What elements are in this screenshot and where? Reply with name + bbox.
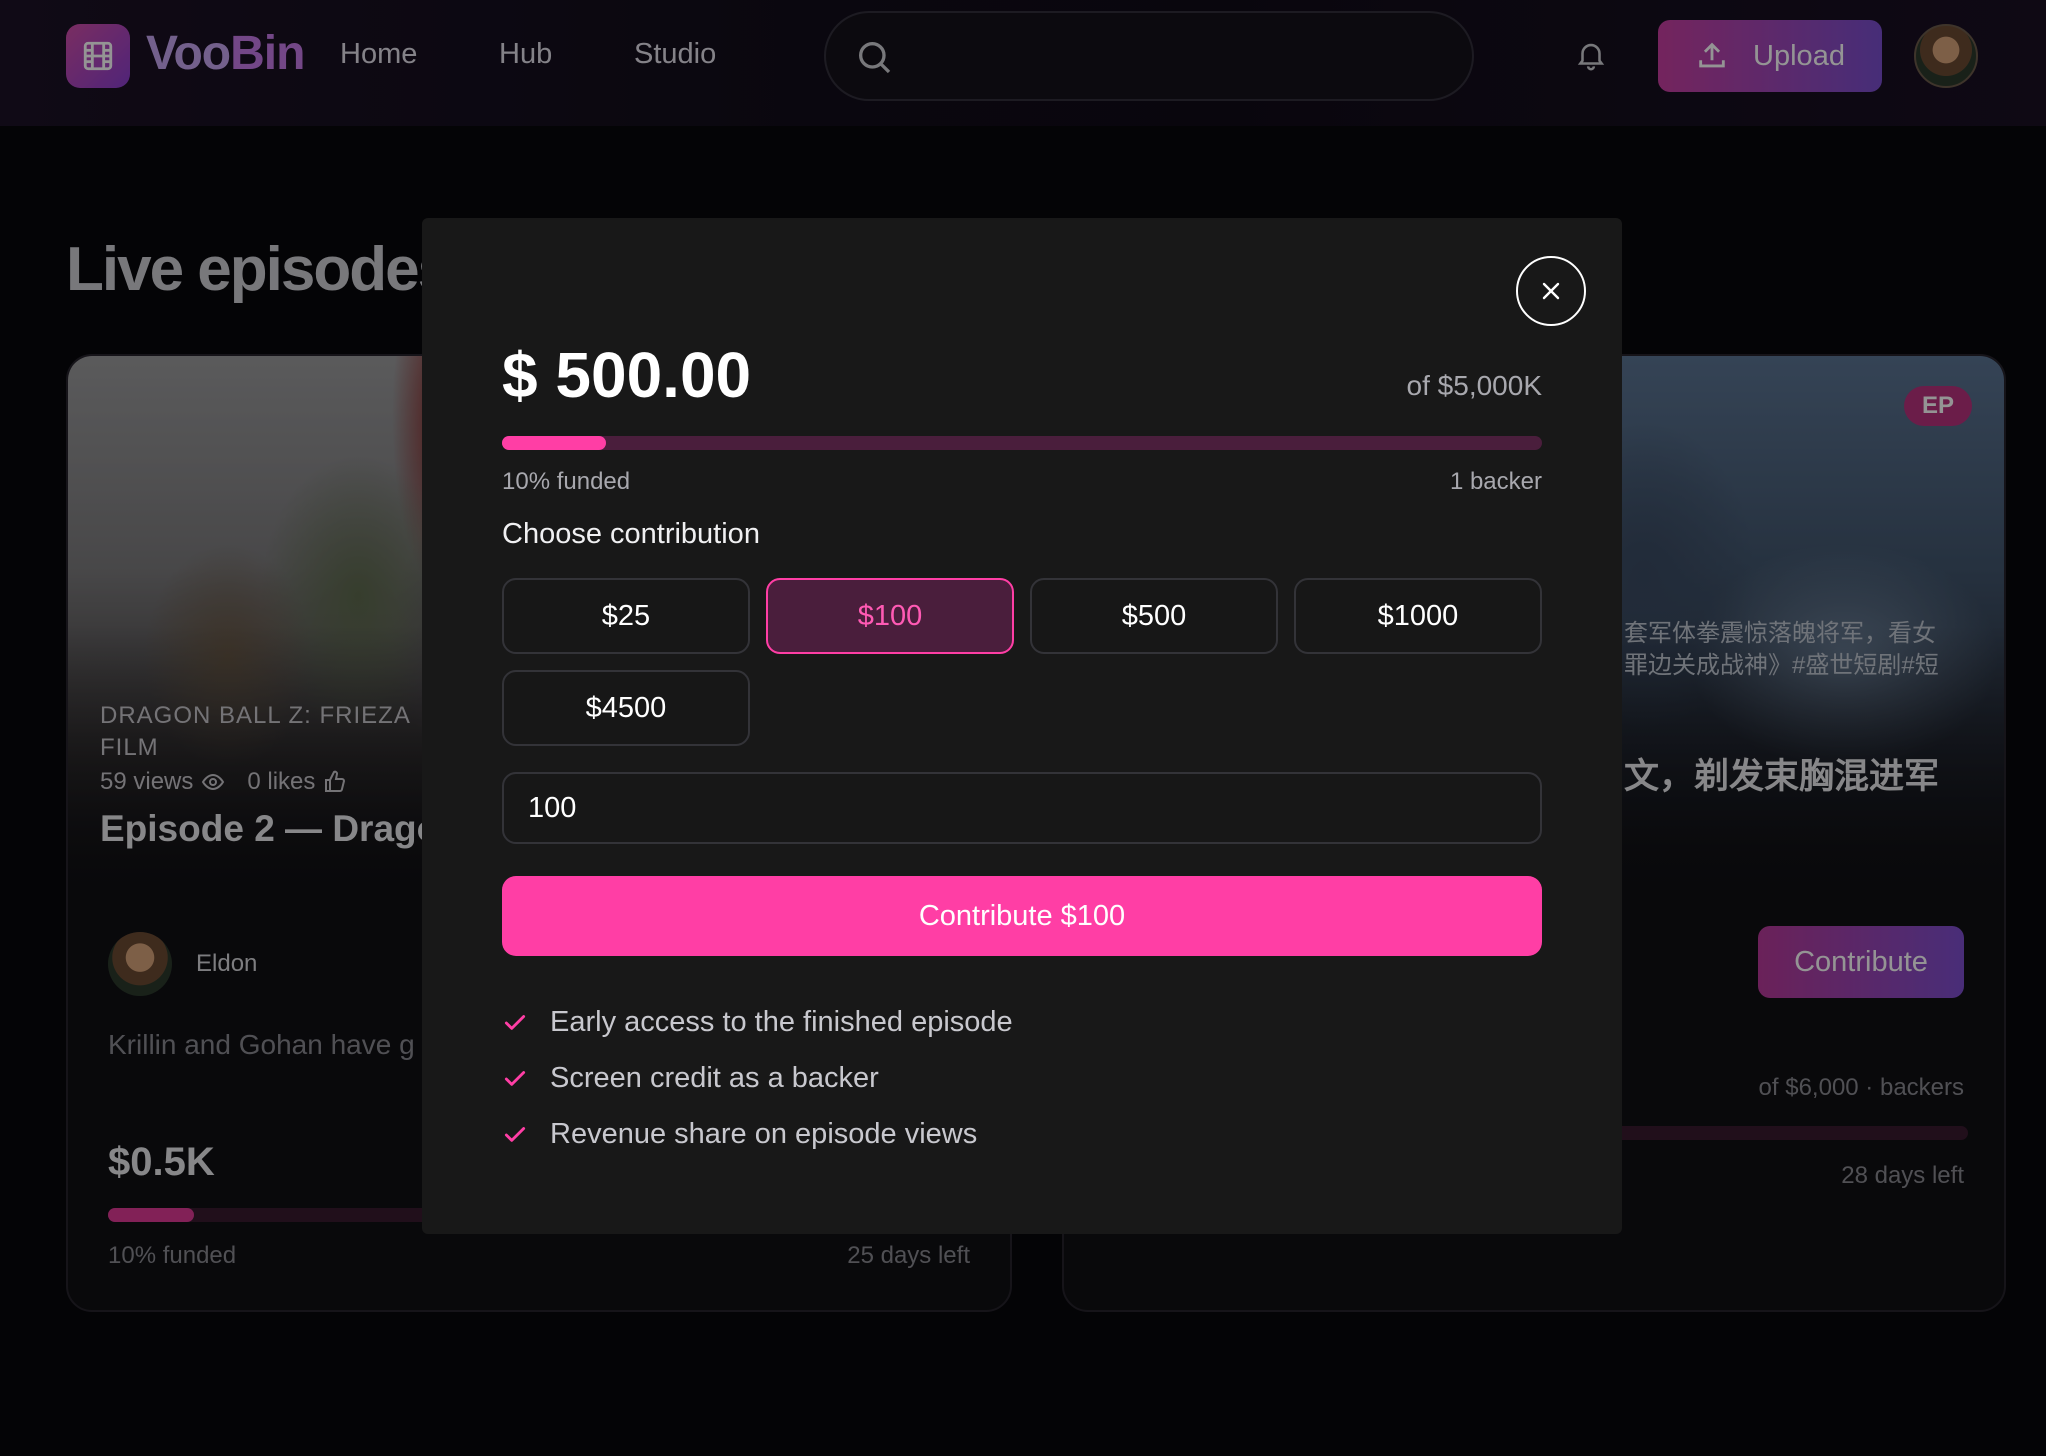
perk-text: Early access to the finished episode — [550, 1006, 1013, 1038]
close-button[interactable] — [1516, 256, 1586, 326]
custom-amount-input[interactable] — [502, 772, 1542, 844]
perk-text: Revenue share on episode views — [550, 1118, 978, 1150]
amount-option-4500[interactable]: $4500 — [502, 670, 750, 746]
amount-option-25[interactable]: $25 — [502, 578, 750, 654]
perk-item: Early access to the finished episode — [502, 1006, 1013, 1039]
close-icon — [1542, 282, 1560, 300]
choose-contribution-label: Choose contribution — [502, 518, 760, 550]
check-icon — [504, 1070, 526, 1086]
backers-count: 1 backer — [1449, 468, 1542, 495]
contribute-submit-button[interactable]: Contribute $100 — [502, 876, 1542, 956]
raised-amount: $ 500.00 — [502, 339, 752, 411]
perk-item: Revenue share on episode views — [502, 1118, 977, 1151]
funding-goal: of $5,000K — [1406, 370, 1542, 401]
amount-option-1000[interactable]: $1000 — [1294, 578, 1542, 654]
funding-progress-fill — [502, 436, 606, 450]
check-icon — [504, 1014, 526, 1030]
funded-percent: 10% funded — [502, 468, 631, 495]
funding-progress-bar — [502, 436, 1542, 450]
check-icon — [504, 1126, 526, 1142]
perk-text: Screen credit as a backer — [550, 1062, 879, 1094]
amount-option-100[interactable]: $100 — [766, 578, 1014, 654]
amount-option-500[interactable]: $500 — [1030, 578, 1278, 654]
contribution-modal: $ 500.00 of $5,000K 10% funded 1 backer … — [422, 218, 1622, 1234]
perk-item: Screen credit as a backer — [502, 1062, 879, 1095]
